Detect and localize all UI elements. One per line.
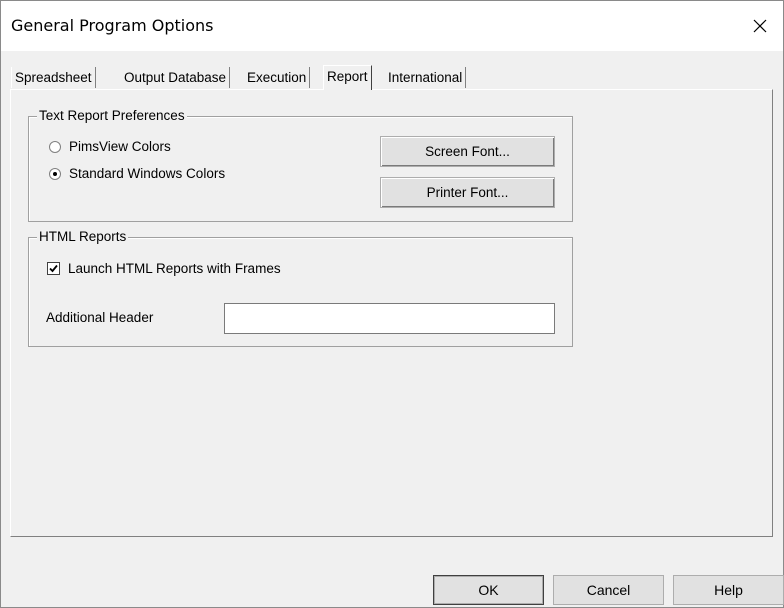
checkbox-label: Launch HTML Reports with Frames — [68, 261, 281, 276]
tab-label: Spreadsheet — [15, 70, 92, 85]
cancel-button[interactable]: Cancel — [553, 575, 664, 605]
button-label: Help — [714, 582, 743, 598]
launch-html-frames-checkbox[interactable] — [47, 262, 60, 275]
radio-button[interactable] — [49, 140, 61, 153]
text-report-preferences-group: Text Report Preferences PimsView Colors … — [28, 108, 573, 222]
standard-windows-colors-radio[interactable]: Standard Windows Colors — [49, 166, 225, 181]
close-button[interactable] — [737, 1, 783, 51]
button-label: Cancel — [586, 582, 631, 598]
general-program-options-dialog: General Program Options Spreadsheet Outp… — [0, 0, 784, 608]
window-title: General Program Options — [11, 16, 214, 35]
tab-report[interactable]: Report — [323, 65, 372, 90]
button-label: OK — [478, 582, 499, 598]
screen-font-button[interactable]: Screen Font... — [380, 136, 555, 167]
close-icon — [753, 19, 767, 33]
additional-header-label: Additional Header — [46, 310, 154, 325]
button-label: Screen Font... — [425, 144, 510, 159]
ok-button[interactable]: OK — [433, 575, 544, 605]
tab-spreadsheet[interactable]: Spreadsheet — [11, 67, 96, 88]
radio-label: Standard Windows Colors — [69, 166, 226, 181]
title-bar[interactable]: General Program Options — [1, 1, 783, 51]
tab-label: International — [388, 70, 463, 85]
tab-label: Output Database — [124, 70, 227, 85]
tab-execution[interactable]: Execution — [244, 67, 311, 88]
additional-header-input[interactable] — [224, 303, 555, 334]
launch-html-frames-checkbox-row[interactable]: Launch HTML Reports with Frames — [47, 261, 281, 276]
tab-label: Execution — [247, 70, 307, 85]
html-reports-group: HTML Reports Launch HTML Reports with Fr… — [28, 229, 573, 347]
group-legend: HTML Reports — [37, 229, 129, 244]
help-button[interactable]: Help — [673, 575, 784, 605]
button-label: Printer Font... — [426, 185, 509, 200]
printer-font-button[interactable]: Printer Font... — [380, 177, 555, 208]
check-icon — [49, 264, 58, 273]
group-legend: Text Report Preferences — [37, 108, 187, 123]
pimsview-colors-radio[interactable]: PimsView Colors — [49, 139, 171, 154]
radio-label: PimsView Colors — [69, 139, 171, 154]
tab-output-database[interactable]: Output Database — [121, 67, 231, 88]
tab-international[interactable]: International — [385, 67, 467, 88]
tab-label: Report — [327, 69, 368, 84]
radio-button[interactable] — [49, 167, 61, 180]
